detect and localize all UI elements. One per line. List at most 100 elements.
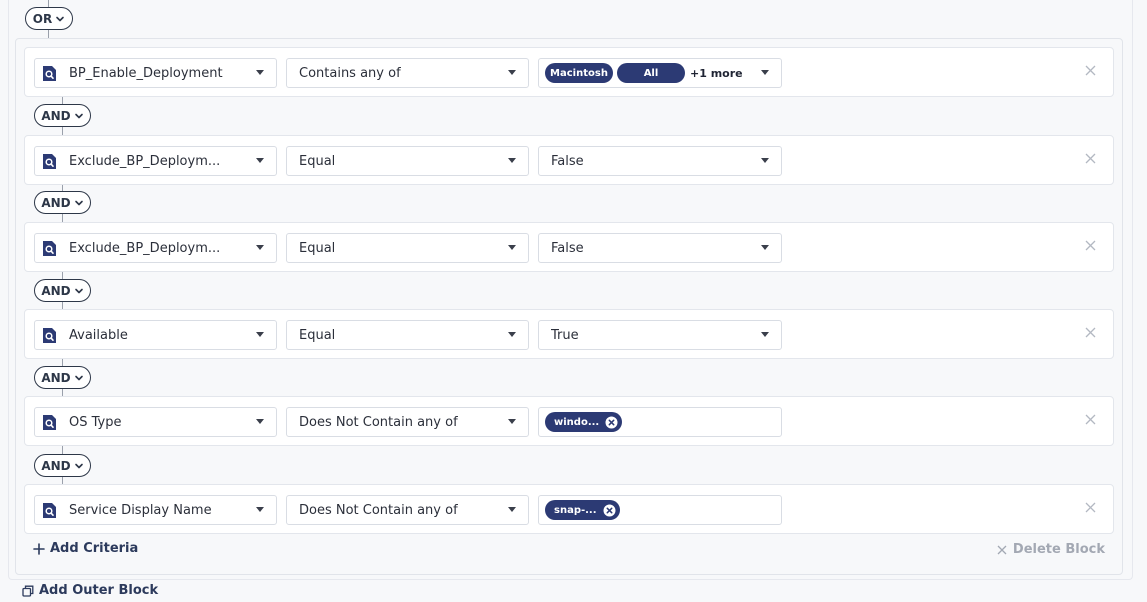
- attribute-search-icon: [43, 154, 56, 169]
- chevron-down-icon: [74, 288, 83, 293]
- value-text: False: [551, 240, 584, 256]
- or-toggle[interactable]: OR: [25, 7, 73, 30]
- caret-down-icon: [508, 507, 516, 512]
- and-label: AND: [41, 195, 71, 210]
- delete-block-label: Delete Block: [1012, 542, 1105, 557]
- operator-select[interactable]: Equal: [286, 320, 529, 350]
- and-label: AND: [41, 458, 71, 473]
- attribute-select[interactable]: Exclude_BP_Deploym...: [34, 233, 277, 263]
- add-criteria-button[interactable]: Add Criteria: [33, 541, 138, 556]
- attribute-search-icon: [43, 241, 56, 256]
- attribute-search-icon: [43, 66, 56, 81]
- add-outer-block-label: Add Outer Block: [39, 583, 159, 598]
- value-multiselect[interactable]: Macintosh All +1 more: [538, 58, 782, 88]
- attribute-search-icon: [43, 503, 56, 518]
- add-criteria-label: Add Criteria: [50, 541, 139, 556]
- more-values-count[interactable]: +1 more: [690, 67, 743, 80]
- chevron-down-icon: [74, 200, 83, 205]
- plus-icon: [33, 542, 45, 555]
- caret-down-icon: [761, 245, 769, 250]
- criteria-row: Exclude_BP_Deploym... Equal False: [24, 222, 1114, 272]
- chevron-down-icon: [74, 113, 83, 118]
- and-toggle[interactable]: AND: [34, 104, 91, 127]
- value-select[interactable]: True: [538, 320, 782, 350]
- caret-down-icon: [256, 245, 264, 250]
- attribute-select[interactable]: BP_Enable_Deployment: [34, 58, 277, 88]
- caret-down-icon: [256, 70, 264, 75]
- attribute-select[interactable]: Service Display Name: [34, 495, 277, 525]
- criteria-row: Exclude_BP_Deploym... Equal False: [24, 135, 1114, 185]
- chip-label: Macintosh: [550, 67, 608, 79]
- value-select[interactable]: False: [538, 146, 782, 176]
- criteria-row: Service Display Name Does Not Contain an…: [24, 484, 1114, 534]
- chip-label: All: [643, 67, 659, 79]
- close-icon[interactable]: [1085, 502, 1096, 513]
- close-circle-icon[interactable]: [605, 416, 618, 429]
- caret-down-icon: [508, 419, 516, 424]
- chip-label: windo...: [554, 416, 600, 428]
- and-toggle[interactable]: AND: [34, 454, 91, 477]
- value-text: True: [551, 327, 579, 343]
- chip-label: snap-...: [554, 504, 597, 516]
- close-icon[interactable]: [1085, 240, 1096, 251]
- criteria-row: OS Type Does Not Contain any of windo...: [24, 396, 1114, 446]
- operator-value: Contains any of: [299, 65, 401, 81]
- operator-select[interactable]: Equal: [286, 233, 529, 263]
- value-multiselect[interactable]: snap-...: [538, 495, 782, 525]
- attribute-value: Exclude_BP_Deploym...: [69, 240, 221, 256]
- operator-select[interactable]: Does Not Contain any of: [286, 495, 529, 525]
- close-icon[interactable]: [1085, 153, 1096, 164]
- or-label: OR: [32, 11, 53, 26]
- close-icon: [997, 545, 1007, 554]
- caret-down-icon: [761, 332, 769, 337]
- chevron-down-icon: [74, 375, 83, 380]
- attribute-search-icon: [43, 328, 56, 343]
- delete-block-button[interactable]: Delete Block: [997, 542, 1105, 557]
- chevron-down-icon: [56, 16, 65, 21]
- caret-down-icon: [256, 419, 264, 424]
- attribute-value: Service Display Name: [69, 502, 212, 518]
- value-chip[interactable]: windo...: [545, 412, 623, 432]
- criteria-row: BP_Enable_Deployment Contains any of Mac…: [24, 47, 1114, 97]
- value-chip[interactable]: snap-...: [545, 500, 620, 520]
- value-chip[interactable]: Macintosh: [545, 63, 613, 83]
- caret-down-icon: [761, 158, 769, 163]
- attribute-value: OS Type: [69, 414, 122, 430]
- caret-down-icon: [256, 507, 264, 512]
- value-text: False: [551, 153, 584, 169]
- attribute-value: Exclude_BP_Deploym...: [69, 153, 221, 169]
- copy-block-icon: [22, 585, 34, 597]
- operator-select[interactable]: Contains any of: [286, 58, 529, 88]
- chevron-down-icon: [74, 463, 83, 468]
- caret-down-icon: [508, 332, 516, 337]
- and-toggle[interactable]: AND: [34, 191, 91, 214]
- caret-down-icon: [508, 158, 516, 163]
- close-icon[interactable]: [1085, 327, 1096, 338]
- attribute-value: Available: [69, 327, 128, 343]
- and-label: AND: [41, 370, 71, 385]
- criteria-row: Available Equal True: [24, 309, 1114, 359]
- attribute-select[interactable]: Exclude_BP_Deploym...: [34, 146, 277, 176]
- and-toggle[interactable]: AND: [34, 279, 91, 302]
- value-multiselect[interactable]: windo...: [538, 407, 782, 437]
- attribute-value: BP_Enable_Deployment: [69, 65, 223, 81]
- and-label: AND: [41, 283, 71, 298]
- operator-select[interactable]: Equal: [286, 146, 529, 176]
- operator-value: Equal: [299, 240, 336, 256]
- value-chip[interactable]: All: [617, 63, 685, 83]
- caret-down-icon: [761, 70, 769, 75]
- operator-value: Does Not Contain any of: [299, 414, 458, 430]
- close-circle-icon[interactable]: [603, 504, 616, 517]
- operator-value: Equal: [299, 153, 336, 169]
- attribute-select[interactable]: OS Type: [34, 407, 277, 437]
- value-select[interactable]: False: [538, 233, 782, 263]
- close-icon[interactable]: [1085, 65, 1096, 76]
- close-icon[interactable]: [1085, 414, 1096, 425]
- and-label: AND: [41, 108, 71, 123]
- operator-value: Does Not Contain any of: [299, 502, 458, 518]
- operator-select[interactable]: Does Not Contain any of: [286, 407, 529, 437]
- caret-down-icon: [256, 332, 264, 337]
- attribute-select[interactable]: Available: [34, 320, 277, 350]
- add-outer-block-button[interactable]: Add Outer Block: [22, 583, 158, 598]
- and-toggle[interactable]: AND: [34, 366, 91, 389]
